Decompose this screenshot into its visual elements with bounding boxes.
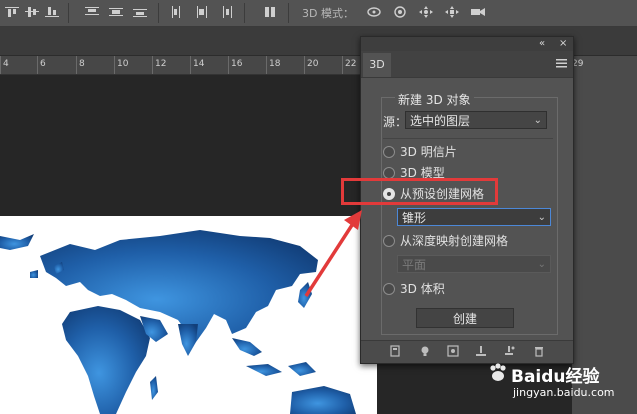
ruler-label: 20 (307, 59, 319, 69)
options-bar: 3D 模式： (0, 0, 637, 27)
distribute-horizontal-centers-icon[interactable] (194, 5, 210, 19)
radio-icon[interactable] (383, 282, 395, 295)
world-map-image (0, 216, 377, 414)
separator (68, 3, 69, 23)
separator (158, 3, 159, 23)
create-button[interactable]: 创建 (416, 308, 514, 328)
paw-logo-icon (490, 363, 506, 381)
render-settings-icon[interactable] (447, 345, 459, 357)
ruler-label: 10 (117, 59, 129, 69)
ruler-tick (0, 56, 1, 74)
ruler-tick (342, 56, 343, 74)
option-3d-postcard[interactable]: 3D 明信片 (383, 144, 457, 160)
distribute-top-icon[interactable] (84, 5, 100, 19)
ruler-tick (266, 56, 267, 74)
3d-mode-label: 3D 模式： (302, 7, 354, 20)
ruler-tick (304, 56, 305, 74)
auto-align-layers-icon[interactable] (262, 5, 278, 19)
ruler-label: 18 (269, 59, 281, 69)
chevron-down-icon: ⌄ (533, 115, 542, 126)
align-top-edges-icon[interactable] (4, 5, 20, 19)
highlight-box (341, 178, 498, 205)
ruler-tick (152, 56, 153, 74)
panel-menu-icon[interactable] (556, 58, 567, 68)
ruler-label: 12 (155, 59, 167, 69)
ruler-tick (76, 56, 77, 74)
add-light-icon[interactable] (503, 345, 515, 357)
ruler-tick (228, 56, 229, 74)
distribute-left-icon[interactable] (170, 5, 186, 19)
preset-select[interactable]: 锥形 ⌄ (397, 208, 551, 226)
option-3d-volume[interactable]: 3D 体积 (383, 281, 445, 297)
ruler-label: 4 (3, 59, 9, 69)
filter-scene-icon[interactable] (389, 345, 401, 357)
radio-icon[interactable] (383, 145, 395, 158)
ruler-tick (190, 56, 191, 74)
distribute-vertical-centers-icon[interactable] (108, 5, 124, 19)
chevron-down-icon: ⌄ (537, 259, 546, 270)
depth-map-select-value: 平面 (402, 258, 427, 272)
ruler-label: 14 (193, 59, 205, 69)
tab-3d[interactable]: 3D (363, 53, 391, 77)
3d-roll-icon[interactable] (392, 5, 408, 19)
world-map-graphic (0, 230, 356, 414)
option-label: 3D 体积 (400, 282, 445, 296)
3d-slide-icon[interactable] (444, 5, 460, 19)
panel-tab-bar: 3D (361, 51, 573, 78)
close-panel-icon[interactable]: × (559, 37, 567, 51)
separator (288, 3, 289, 23)
depth-map-select: 平面 ⌄ (397, 255, 551, 273)
preset-select-value: 锥形 (402, 211, 427, 225)
ruler-tick (114, 56, 115, 74)
section-title: 新建 3D 对象 (395, 91, 474, 108)
divider (383, 138, 553, 139)
source-label: 源： (383, 115, 408, 129)
ruler-label: 6 (40, 59, 46, 69)
collapse-panel-icon[interactable]: « (539, 37, 545, 51)
chevron-down-icon: ⌄ (537, 212, 546, 223)
3d-camera-icon[interactable] (470, 5, 486, 19)
source-select[interactable]: 选中的图层 ⌄ (405, 111, 547, 129)
align-bottom-edges-icon[interactable] (44, 5, 60, 19)
option-label: 从深度映射创建网格 (400, 234, 509, 248)
ruler-tick (37, 56, 38, 74)
watermark-brand: Baidu经验 (511, 367, 600, 387)
watermark-url: jingyan.baidu.com (513, 386, 615, 399)
ruler-label: 8 (79, 59, 85, 69)
align-vertical-centers-icon[interactable] (24, 5, 40, 19)
ruler-label: 16 (231, 59, 243, 69)
distribute-bottom-icon[interactable] (132, 5, 148, 19)
radio-icon[interactable] (383, 234, 395, 247)
option-mesh-from-depth-map[interactable]: 从深度映射创建网格 (383, 233, 508, 249)
baidu-watermark: Baidu经验 jingyan.baidu.com (483, 360, 633, 410)
trash-icon[interactable] (533, 345, 545, 357)
ground-plane-icon[interactable] (475, 345, 487, 357)
source-select-value: 选中的图层 (410, 114, 471, 128)
separator (244, 3, 245, 23)
3d-orbit-icon[interactable] (366, 5, 382, 19)
option-label: 3D 明信片 (400, 145, 457, 159)
distribute-right-icon[interactable] (218, 5, 234, 19)
radio-icon[interactable] (383, 166, 395, 179)
panel-title-bar[interactable]: « × (361, 37, 573, 51)
light-bulb-icon[interactable] (419, 345, 431, 357)
ruler-label: 22 (345, 59, 357, 69)
3d-pan-icon[interactable] (418, 5, 434, 19)
